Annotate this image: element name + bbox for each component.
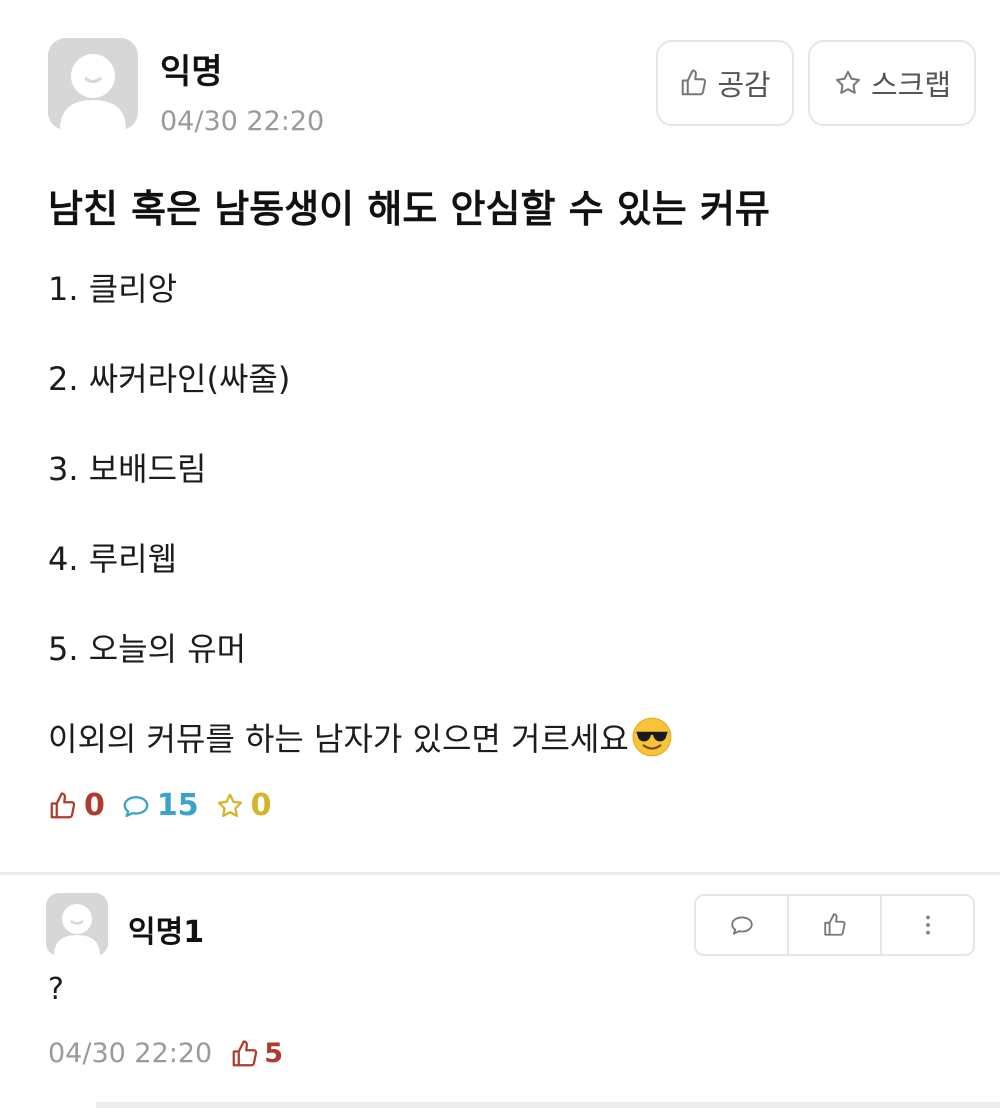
post-body-last-line: 이외의 커뮤를 하는 남자가 있으면 거르세요 bbox=[48, 714, 673, 760]
thumbs-up-icon bbox=[50, 791, 76, 818]
next-item-edge bbox=[96, 1102, 1000, 1108]
author-avatar bbox=[48, 38, 138, 130]
post-body-line: 3. 보배드림 bbox=[48, 450, 207, 488]
thumbs-up-icon bbox=[232, 1039, 258, 1066]
post-stats: 0 15 0 bbox=[48, 788, 288, 823]
default-avatar-icon bbox=[46, 893, 108, 956]
section-divider bbox=[0, 872, 1000, 875]
comment-avatar bbox=[46, 893, 108, 956]
comment-like-count-value: 5 bbox=[264, 1038, 283, 1069]
post-body-line: 2. 싸커라인(싸줄) bbox=[48, 360, 291, 398]
comment-count: 15 bbox=[121, 788, 199, 823]
scrap-count-value: 0 bbox=[250, 788, 272, 823]
like-button[interactable]: 공감 bbox=[656, 40, 794, 126]
comment-meta: 04/30 22:20 5 bbox=[48, 1038, 283, 1069]
like-count: 0 bbox=[48, 788, 105, 823]
comment-like-count: 5 bbox=[230, 1038, 283, 1069]
like-button-label: 공감 bbox=[717, 68, 771, 102]
post: 익명 04/30 22:20 공감 스크랩 남친 혹은 남동생이 해도 안심할 … bbox=[0, 0, 1000, 872]
star-icon bbox=[217, 793, 242, 817]
comment-author: 익명1 bbox=[128, 915, 205, 950]
comment-like-button[interactable] bbox=[789, 896, 882, 954]
sunglasses-emoji-icon bbox=[632, 717, 672, 757]
post-body-line: 4. 루리웹 bbox=[48, 540, 178, 578]
post-body-line: 5. 오늘의 유머 bbox=[48, 630, 247, 668]
post-title: 남친 혹은 남동생이 해도 안심할 수 있는 커뮤 bbox=[48, 187, 770, 231]
post-author: 익명 bbox=[160, 52, 223, 92]
reply-button[interactable] bbox=[696, 896, 789, 954]
comment-date: 04/30 22:20 bbox=[48, 1038, 213, 1069]
scrap-count: 0 bbox=[215, 788, 272, 823]
like-count-value: 0 bbox=[84, 788, 105, 823]
default-avatar-icon bbox=[48, 38, 138, 130]
post-body-line: 1. 클리앙 bbox=[48, 270, 178, 308]
thumbs-up-icon bbox=[823, 913, 845, 936]
scrap-button-label: 스크랩 bbox=[870, 68, 952, 102]
thumbs-up-icon bbox=[682, 69, 707, 96]
post-body-text: 이외의 커뮤를 하는 남자가 있으면 거르세요 bbox=[48, 720, 629, 758]
more-vertical-icon bbox=[925, 915, 930, 935]
comment-text: ? bbox=[48, 972, 64, 1007]
scrap-button[interactable]: 스크랩 bbox=[808, 40, 976, 126]
more-options-button[interactable] bbox=[882, 896, 973, 954]
comment-actions bbox=[694, 894, 975, 956]
speech-bubble-icon bbox=[730, 916, 753, 935]
speech-bubble-icon bbox=[123, 795, 149, 817]
comment-count-value: 15 bbox=[156, 788, 199, 823]
star-icon bbox=[835, 70, 860, 94]
post-date: 04/30 22:20 bbox=[160, 106, 325, 137]
